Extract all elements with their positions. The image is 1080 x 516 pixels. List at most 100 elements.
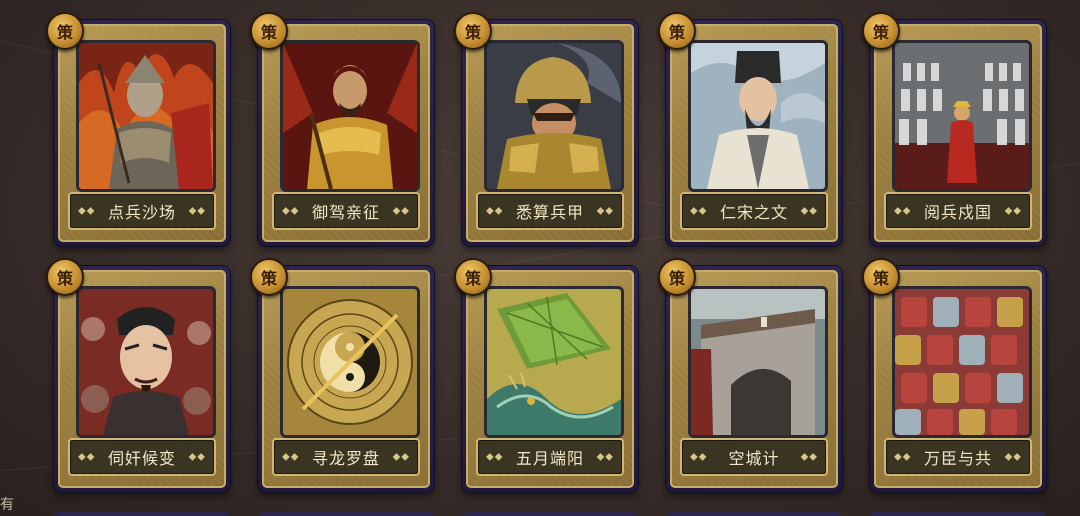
- next-row-card-edge: [462, 512, 638, 516]
- next-row-card-edge: [54, 512, 230, 516]
- ornament-icon: ◆◆: [282, 205, 300, 217]
- card-frame: ◆◆ 御驾亲征 ◆◆: [262, 24, 430, 242]
- card-name-plate: ◆◆ 伺奸候变 ◆◆: [68, 438, 216, 476]
- card-name-plate: ◆◆ 空城计 ◆◆: [680, 438, 828, 476]
- ornament-icon: ◆◆: [1004, 451, 1022, 463]
- card-portrait: [688, 286, 828, 438]
- strategy-badge: 策: [862, 258, 900, 296]
- strategy-card[interactable]: 策 ◆◆ 五月端阳 ◆◆: [454, 258, 638, 492]
- strategy-badge: 策: [250, 258, 288, 296]
- card-frame: ◆◆ 悉算兵甲 ◆◆: [466, 24, 634, 242]
- card-frame: ◆◆ 万臣与共 ◆◆: [874, 270, 1042, 488]
- ornament-icon: ◆◆: [596, 451, 614, 463]
- badge-label: 策: [56, 23, 73, 42]
- strategy-badge: 策: [46, 12, 84, 50]
- card-name-plate: ◆◆ 万臣与共 ◆◆: [884, 438, 1032, 476]
- city-gate-illustration: [691, 289, 825, 435]
- ornament-icon: ◆◆: [800, 205, 818, 217]
- card-frame: ◆◆ 五月端阳 ◆◆: [466, 270, 634, 488]
- strategy-card[interactable]: 策 ◆◆ 御驾亲征 ◆◆: [250, 12, 434, 246]
- card-name-plate: ◆◆ 点兵沙场 ◆◆: [68, 192, 216, 230]
- armored-general-fire-illustration: [79, 43, 213, 189]
- ornament-icon: ◆◆: [282, 451, 300, 463]
- strategy-card[interactable]: 策 ◆◆ 阅兵戍国 ◆◆: [862, 12, 1046, 246]
- dragon-zongzi-illustration: [487, 289, 621, 435]
- card-name: 御驾亲征: [311, 203, 380, 222]
- strategy-badge: 策: [862, 12, 900, 50]
- card-portrait: [280, 286, 420, 438]
- card-frame: ◆◆ 仁宋之文 ◆◆: [670, 24, 838, 242]
- ornament-icon: ◆◆: [188, 451, 206, 463]
- ornament-icon: ◆◆: [596, 205, 614, 217]
- card-name: 万臣与共: [923, 449, 992, 468]
- ornament-icon: ◆◆: [690, 451, 708, 463]
- card-frame: ◆◆ 寻龙罗盘 ◆◆: [262, 270, 430, 488]
- strategy-badge: 策: [658, 12, 696, 50]
- strategy-badge: 策: [658, 258, 696, 296]
- strategy-card[interactable]: 策 ◆◆ 空城计 ◆◆: [658, 258, 842, 492]
- card-name: 仁宋之文: [719, 203, 788, 222]
- strategy-badge: 策: [46, 258, 84, 296]
- card-name-plate: ◆◆ 御驾亲征 ◆◆: [272, 192, 420, 230]
- ornament-icon: ◆◆: [486, 205, 504, 217]
- card-name-plate: ◆◆ 阅兵戍国 ◆◆: [884, 192, 1032, 230]
- card-frame: ◆◆ 空城计 ◆◆: [670, 270, 838, 488]
- card-portrait: [484, 286, 624, 438]
- strategy-card[interactable]: 策 ◆◆ 悉算兵甲 ◆◆: [454, 12, 638, 246]
- helmeted-warrior-illustration: [487, 43, 621, 189]
- card-name: 伺奸候变: [107, 449, 176, 468]
- yin-yang-compass-illustration: [283, 289, 417, 435]
- card-name-plate: ◆◆ 寻龙罗盘 ◆◆: [272, 438, 420, 476]
- card-frame: ◆◆ 点兵沙场 ◆◆: [58, 24, 226, 242]
- strategy-card[interactable]: 策 ◆◆ 伺奸候变 ◆◆: [46, 258, 230, 492]
- badge-label: 策: [464, 23, 481, 42]
- ornament-icon: ◆◆: [1004, 205, 1022, 217]
- strategy-badge: 策: [454, 258, 492, 296]
- next-row-card-edge: [666, 512, 842, 516]
- card-name: 悉算兵甲: [515, 203, 584, 222]
- strategy-badge: 策: [454, 12, 492, 50]
- badge-label: 策: [260, 23, 277, 42]
- ornament-icon: ◆◆: [894, 451, 912, 463]
- badge-label: 策: [260, 269, 277, 288]
- army-review-illustration: [895, 43, 1029, 189]
- card-name-plate: ◆◆ 五月端阳 ◆◆: [476, 438, 624, 476]
- card-portrait: [892, 286, 1032, 438]
- card-portrait: [280, 40, 420, 192]
- strategy-card[interactable]: 策 ◆◆ 点兵沙场 ◆◆: [46, 12, 230, 246]
- ornament-icon: ◆◆: [78, 451, 96, 463]
- card-portrait: [76, 40, 216, 192]
- strategy-card[interactable]: 策 ◆◆ 仁宋之文 ◆◆: [658, 12, 842, 246]
- card-portrait: [76, 286, 216, 438]
- next-row-card-edge: [258, 512, 434, 516]
- ornament-icon: ◆◆: [392, 205, 410, 217]
- strategy-card[interactable]: 策 ◆◆ 万臣与共 ◆◆: [862, 258, 1046, 492]
- minister-portrait-illustration: [79, 289, 213, 435]
- badge-label: 策: [464, 269, 481, 288]
- strategy-card[interactable]: 策 ◆◆ 寻龙罗盘 ◆◆: [250, 258, 434, 492]
- edge-text: 有: [0, 497, 14, 513]
- card-portrait: [484, 40, 624, 192]
- card-frame: ◆◆ 伺奸候变 ◆◆: [58, 270, 226, 488]
- ornament-icon: ◆◆: [78, 205, 96, 217]
- next-row-card-edge: [870, 512, 1046, 516]
- badge-label: 策: [56, 269, 73, 288]
- ornament-icon: ◆◆: [800, 451, 818, 463]
- card-portrait: [892, 40, 1032, 192]
- card-name-plate: ◆◆ 悉算兵甲 ◆◆: [476, 192, 624, 230]
- card-name: 寻龙罗盘: [311, 449, 380, 468]
- ornament-icon: ◆◆: [392, 451, 410, 463]
- ornament-icon: ◆◆: [188, 205, 206, 217]
- emperor-in-armor-illustration: [283, 43, 417, 189]
- card-name: 点兵沙场: [107, 203, 176, 222]
- strategy-badge: 策: [250, 12, 288, 50]
- card-name: 阅兵戍国: [923, 203, 992, 222]
- ornament-icon: ◆◆: [486, 451, 504, 463]
- badge-label: 策: [872, 23, 889, 42]
- scholar-official-illustration: [691, 43, 825, 189]
- card-portrait: [688, 40, 828, 192]
- badge-label: 策: [668, 23, 685, 42]
- court-ministers-illustration: [895, 289, 1029, 435]
- badge-label: 策: [872, 269, 889, 288]
- ornament-icon: ◆◆: [690, 205, 708, 217]
